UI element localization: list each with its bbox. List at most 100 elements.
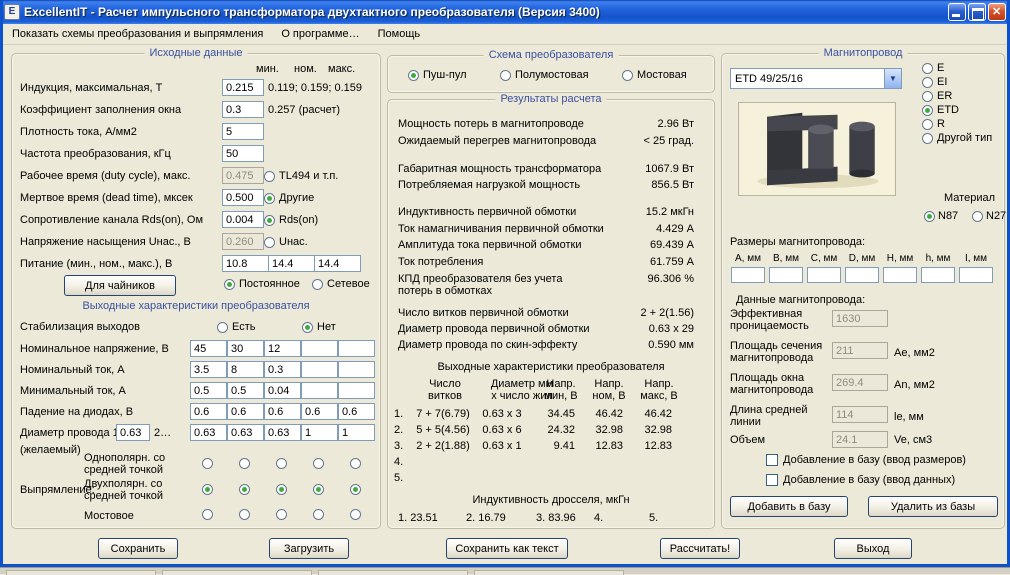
rect-r3-c5-radio[interactable] (350, 509, 361, 520)
core-type-etd-radio[interactable] (922, 105, 933, 116)
dead-time-input[interactable] (222, 189, 264, 206)
out-current-input-2[interactable] (227, 361, 264, 378)
rect-r3-c1-radio[interactable] (202, 509, 213, 520)
exit-button[interactable]: Выход (834, 538, 912, 559)
diode-drop-input-4[interactable] (301, 403, 338, 420)
pushpull-radio[interactable] (408, 70, 419, 81)
diode-drop-input-3[interactable] (264, 403, 301, 420)
diode-drop-input-2[interactable] (227, 403, 264, 420)
ae-input[interactable] (832, 342, 888, 359)
menu-about[interactable]: О программе… (272, 26, 368, 42)
menu-show-schemes[interactable]: Показать схемы преобразования и выпрямле… (3, 26, 272, 42)
stab-no-radio[interactable] (302, 322, 313, 333)
out-voltage-input-3[interactable] (264, 340, 301, 357)
rect-r2-c5-radio[interactable] (350, 484, 361, 495)
add-db-data-checkbox[interactable] (766, 474, 778, 486)
core-type-ei-radio[interactable] (922, 77, 933, 88)
core-type-other-radio[interactable] (922, 133, 933, 144)
frequency-input[interactable] (222, 145, 264, 162)
diode-drop-input-1[interactable] (190, 403, 227, 420)
supply-min-input[interactable] (222, 255, 269, 272)
close-button[interactable] (988, 3, 1006, 21)
rect-r3-c3-radio[interactable] (276, 509, 287, 520)
permeability-input[interactable] (832, 310, 888, 327)
dim-c-input[interactable] (807, 267, 841, 283)
dim-b-input[interactable] (769, 267, 803, 283)
ve-input[interactable] (832, 431, 888, 448)
current-density-input[interactable] (222, 123, 264, 140)
rds-on-input[interactable] (222, 211, 264, 228)
rect-r1-c4-radio[interactable] (313, 458, 324, 469)
an-input[interactable] (832, 374, 888, 391)
rect-r3-c2-radio[interactable] (239, 509, 250, 520)
minimize-button[interactable] (948, 3, 966, 21)
dim-h2-input[interactable] (921, 267, 955, 283)
out-current-input-1[interactable] (190, 361, 227, 378)
rect-r3-c4-radio[interactable] (313, 509, 324, 520)
taskbar-button[interactable] (318, 570, 468, 575)
dim-i-input[interactable] (959, 267, 993, 283)
taskbar-button[interactable] (162, 570, 312, 575)
add-db-sizes-checkbox[interactable] (766, 454, 778, 466)
min-current-input-3[interactable] (264, 382, 301, 399)
chevron-down-icon[interactable]: ▼ (884, 69, 901, 88)
menu-help[interactable]: Помощь (369, 26, 430, 42)
wire-dia-input-2[interactable] (227, 424, 264, 441)
fill-factor-input[interactable] (222, 101, 264, 118)
wire-dia-input-1[interactable] (190, 424, 227, 441)
usat-radio[interactable] (264, 237, 275, 248)
wire-dia-first-input[interactable] (116, 424, 150, 441)
core-type-er-radio[interactable] (922, 91, 933, 102)
out-voltage-input-4[interactable] (301, 340, 338, 357)
wire-dia-input-4[interactable] (301, 424, 338, 441)
stab-yes-radio[interactable] (217, 322, 228, 333)
core-type-r-radio[interactable] (922, 119, 933, 130)
out-current-input-4[interactable] (301, 361, 338, 378)
out-current-input-3[interactable] (264, 361, 301, 378)
out-voltage-input-2[interactable] (227, 340, 264, 357)
others-radio[interactable] (264, 193, 275, 204)
wire-dia-input-3[interactable] (264, 424, 301, 441)
out-voltage-input-1[interactable] (190, 340, 227, 357)
rdson-radio[interactable] (264, 215, 275, 226)
beginners-button[interactable]: Для чайников (64, 275, 176, 296)
induction-input[interactable] (222, 79, 264, 96)
rect-r1-c2-radio[interactable] (239, 458, 250, 469)
rect-r2-c3-radio[interactable] (276, 484, 287, 495)
material-n27-radio[interactable] (972, 211, 983, 222)
wire-dia-input-5[interactable] (338, 424, 375, 441)
maximize-button[interactable] (968, 3, 986, 21)
min-current-input-5[interactable] (338, 382, 375, 399)
tl494-radio[interactable] (264, 171, 275, 182)
dim-h-input[interactable] (883, 267, 917, 283)
duty-cycle-input[interactable] (222, 167, 264, 184)
min-current-input-2[interactable] (227, 382, 264, 399)
usat-input[interactable] (222, 233, 264, 250)
taskbar-button[interactable] (474, 570, 624, 575)
taskbar-button[interactable] (6, 570, 156, 575)
add-to-db-button[interactable]: Добавить в базу (730, 496, 848, 517)
dim-a-input[interactable] (731, 267, 765, 283)
save-button[interactable]: Сохранить (98, 538, 178, 559)
supply-max-input[interactable] (314, 255, 361, 272)
core-select[interactable]: ETD 49/25/16 ▼ (730, 68, 902, 89)
rect-r1-c3-radio[interactable] (276, 458, 287, 469)
rect-r1-c5-radio[interactable] (350, 458, 361, 469)
core-type-e-radio[interactable] (922, 63, 933, 74)
min-current-input-1[interactable] (190, 382, 227, 399)
out-voltage-input-5[interactable] (338, 340, 375, 357)
le-input[interactable] (832, 406, 888, 423)
rect-r2-c1-radio[interactable] (202, 484, 213, 495)
dim-d-input[interactable] (845, 267, 879, 283)
save-as-text-button[interactable]: Сохранить как текст (446, 538, 568, 559)
rect-r1-c1-radio[interactable] (202, 458, 213, 469)
rect-r2-c4-radio[interactable] (313, 484, 324, 495)
out-current-input-5[interactable] (338, 361, 375, 378)
min-current-input-4[interactable] (301, 382, 338, 399)
material-n87-radio[interactable] (924, 211, 935, 222)
bridge-radio[interactable] (622, 70, 633, 81)
dc-supply-radio[interactable] (224, 279, 235, 290)
delete-from-db-button[interactable]: Удалить из базы (868, 496, 998, 517)
supply-nom-input[interactable] (268, 255, 315, 272)
calculate-button[interactable]: Рассчитать! (660, 538, 740, 559)
